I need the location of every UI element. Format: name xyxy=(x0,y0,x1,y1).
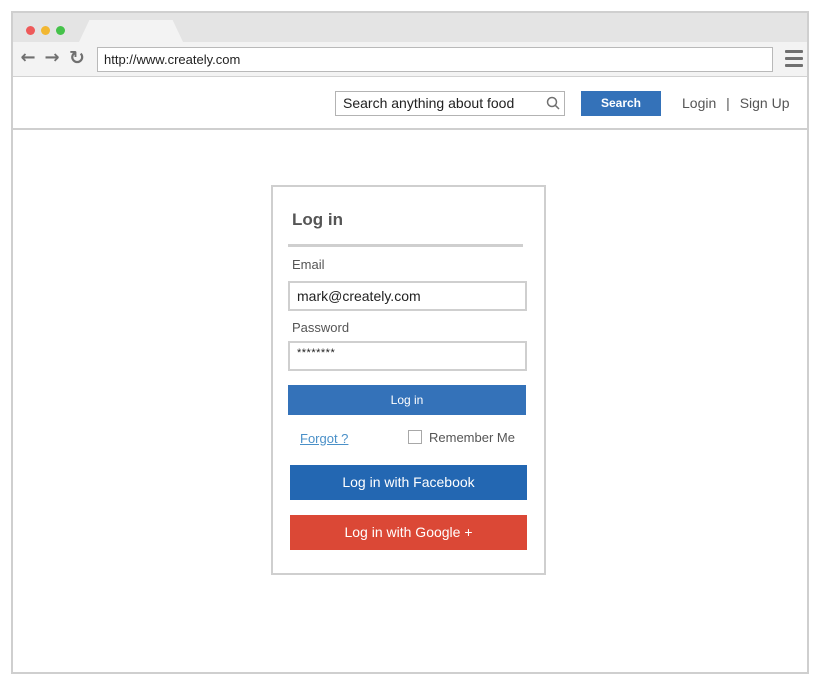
close-window-icon[interactable] xyxy=(26,26,35,35)
title-divider xyxy=(288,244,523,247)
email-label: Email xyxy=(292,257,325,272)
reload-icon[interactable]: ↻ xyxy=(67,47,87,69)
hamburger-menu-icon[interactable] xyxy=(785,50,803,68)
signup-link[interactable]: Sign Up xyxy=(740,95,790,111)
remember-me-checkbox[interactable] xyxy=(408,430,422,444)
browser-tab[interactable] xyxy=(79,20,183,42)
browser-titlebar xyxy=(13,13,807,42)
remember-me-option[interactable]: Remember Me xyxy=(408,430,515,445)
minimize-window-icon[interactable] xyxy=(41,26,50,35)
login-title: Log in xyxy=(292,210,343,229)
login-card: Log in Email mark@creately.com Password … xyxy=(271,185,546,575)
search-button[interactable]: Search xyxy=(581,91,661,116)
forgot-password-link[interactable]: Forgot ? xyxy=(300,431,348,446)
auth-links: Login | Sign Up xyxy=(682,95,790,111)
search-placeholder: Search anything about food xyxy=(343,95,515,111)
forward-arrow-icon[interactable]: → xyxy=(42,47,62,69)
maximize-window-icon[interactable] xyxy=(56,26,65,35)
login-link[interactable]: Login xyxy=(682,95,716,111)
browser-toolbar: ← → ↻ http://www.creately.com xyxy=(13,42,807,77)
email-field[interactable]: mark@creately.com xyxy=(288,281,527,311)
site-header: Search anything about food Search Login … xyxy=(13,78,807,130)
back-arrow-icon[interactable]: ← xyxy=(18,47,38,69)
password-field[interactable]: ******** xyxy=(288,341,527,371)
login-button[interactable]: Log in xyxy=(288,385,526,415)
auth-separator: | xyxy=(726,95,730,111)
address-bar[interactable]: http://www.creately.com xyxy=(97,47,773,72)
search-icon[interactable] xyxy=(546,96,560,110)
facebook-login-button[interactable]: Log in with Facebook xyxy=(290,465,527,500)
remember-me-label: Remember Me xyxy=(429,430,515,445)
search-input[interactable]: Search anything about food xyxy=(335,91,565,116)
password-label: Password xyxy=(292,320,350,335)
browser-window: ← → ↻ http://www.creately.com Search any… xyxy=(11,11,809,674)
google-login-button[interactable]: Log in with Google + xyxy=(290,515,527,550)
